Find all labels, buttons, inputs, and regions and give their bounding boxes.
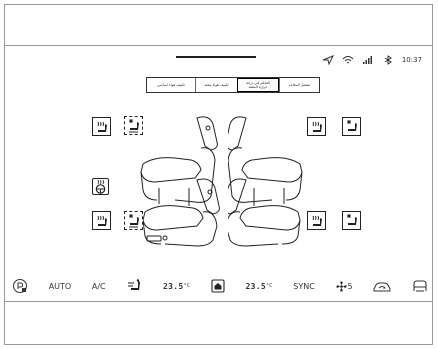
mode-tabs: تكييف هواء اساسي تكييف هواء مقعد التحكم … [146, 77, 320, 93]
top-divider [4, 45, 433, 46]
bottom-divider [4, 301, 433, 302]
status-bar: 10:37 [322, 54, 422, 66]
seat-heat-icon [97, 121, 107, 132]
front-left-seat-vent-button[interactable] [124, 116, 143, 135]
fan-speed-button[interactable]: 5 [335, 278, 353, 294]
rear-climate-button[interactable] [412, 278, 428, 294]
bluetooth-icon [384, 55, 392, 65]
tab-seat-ac[interactable]: تكييف هواء مقعد [195, 78, 237, 92]
home-icon [211, 279, 225, 293]
right-seats-illustration [228, 116, 303, 247]
seat-heat-icon [312, 215, 322, 226]
home-button[interactable] [211, 278, 225, 294]
climate-bar: AUTO A/C 23.5 °C 23.5 °C SYNC 5 [12, 278, 428, 294]
rear-right-seat-heat-button[interactable] [307, 211, 326, 230]
tab-seat-operation[interactable]: تشغيل المقاعد [279, 78, 319, 92]
tab-seat-temperature[interactable]: التحكم في درجة حرارة المقعد [237, 78, 279, 92]
left-temperature[interactable]: 23.5 °C [163, 278, 190, 294]
recirculation-icon [373, 282, 391, 292]
left-seats-illustration [140, 116, 220, 247]
front-right-seat-vent-button[interactable] [342, 117, 361, 136]
seat-heat-icon [312, 121, 322, 132]
rear-left-seat-vent-button[interactable] [124, 211, 143, 230]
rear-climate-icon [413, 280, 427, 292]
sync-button[interactable]: SYNC [293, 278, 315, 294]
left-temp-unit: °C [183, 283, 191, 289]
park-assist-button[interactable] [12, 278, 28, 294]
rear-right-seat-vent-button[interactable] [342, 211, 361, 230]
parking-icon [13, 279, 27, 293]
wifi-icon [342, 56, 354, 64]
steering-wheel-heat-button[interactable] [92, 178, 109, 195]
ac-button[interactable]: A/C [92, 278, 106, 294]
auto-button[interactable]: AUTO [49, 278, 72, 294]
clock: 10:37 [401, 56, 422, 64]
right-temperature[interactable]: 23.5 °C [246, 278, 273, 294]
recirculation-button[interactable] [373, 278, 391, 294]
fan-level: 5 [347, 281, 353, 291]
seat-airflow-icon [128, 279, 141, 290]
seat-vent-icon [129, 119, 139, 133]
right-temp-unit: °C [265, 283, 273, 289]
seat-heat-icon [97, 215, 107, 226]
rear-left-seat-heat-button[interactable] [92, 211, 111, 230]
seat-vent-icon [347, 120, 357, 131]
steering-heat-icon [95, 179, 106, 194]
tab-basic-ac[interactable]: تكييف هواء اساسي [147, 78, 195, 92]
right-temp-value: 23.5 [245, 281, 266, 291]
left-seat-airflow-button[interactable] [126, 278, 142, 294]
signal-icon [362, 56, 372, 64]
pull-down-handle[interactable] [176, 56, 256, 58]
seat-vent-icon [347, 214, 357, 225]
navigation-icon [322, 55, 334, 65]
seat-vent-icon [129, 214, 139, 228]
fan-icon [335, 280, 347, 292]
front-right-seat-heat-button[interactable] [307, 117, 326, 136]
front-left-seat-heat-button[interactable] [92, 117, 111, 136]
left-temp-value: 23.5 [163, 281, 184, 291]
